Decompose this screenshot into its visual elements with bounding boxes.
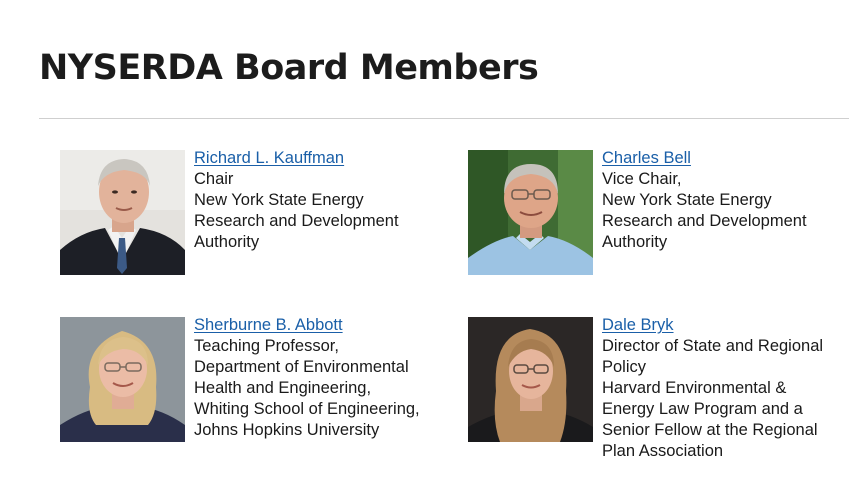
board-member-card: Sherburne B. Abbott Teaching Professor, … bbox=[60, 316, 440, 467]
member-title-line: Research and Development bbox=[194, 212, 399, 230]
member-name-link[interactable]: Richard L. Kauffman bbox=[194, 148, 444, 169]
member-title-line: Energy Law Program and a bbox=[602, 400, 803, 418]
member-photo bbox=[468, 317, 593, 442]
member-title-line: Chair bbox=[194, 170, 234, 188]
member-title-line: Authority bbox=[194, 233, 260, 251]
member-title-line: Senior Fellow at the Regional bbox=[602, 421, 818, 439]
member-title-line: Department of Environmental bbox=[194, 358, 409, 376]
member-name-link[interactable]: Charles Bell bbox=[602, 148, 849, 169]
member-title-line: Policy bbox=[602, 358, 647, 376]
member-title-line: Director of State and Regional bbox=[602, 337, 824, 355]
member-photo bbox=[60, 150, 185, 275]
member-title-line: Authority bbox=[602, 233, 668, 251]
member-title-line: New York State Energy bbox=[602, 191, 772, 209]
member-info: Dale Bryk Director of State and Regional… bbox=[602, 315, 849, 462]
member-title-line: Plan Association bbox=[602, 442, 724, 460]
member-title-line: Harvard Environmental & bbox=[602, 379, 787, 397]
board-member-card: Richard L. Kauffman Chair New York State… bbox=[60, 149, 440, 300]
page-title: NYSERDA Board Members bbox=[39, 48, 539, 88]
header-divider bbox=[39, 118, 849, 119]
member-title-line: Health and Engineering, bbox=[194, 379, 372, 397]
member-title-line: New York State Energy bbox=[194, 191, 364, 209]
member-info: Sherburne B. Abbott Teaching Professor, … bbox=[194, 315, 444, 441]
member-title-line: Whiting School of Engineering, bbox=[194, 400, 420, 418]
member-title-line: Vice Chair, bbox=[602, 170, 682, 188]
member-name-link[interactable]: Sherburne B. Abbott bbox=[194, 315, 444, 336]
board-member-card: Charles Bell Vice Chair, New York State … bbox=[468, 148, 849, 300]
member-title-line: Teaching Professor, bbox=[194, 337, 339, 355]
member-photo bbox=[60, 317, 185, 442]
member-info: Charles Bell Vice Chair, New York State … bbox=[602, 148, 849, 253]
member-name-link[interactable]: Dale Bryk bbox=[602, 315, 849, 336]
member-title-line: Research and Development bbox=[602, 212, 807, 230]
member-info: Richard L. Kauffman Chair New York State… bbox=[194, 148, 444, 253]
board-member-card: Dale Bryk Director of State and Regional… bbox=[468, 315, 849, 467]
member-title-line: Johns Hopkins University bbox=[194, 421, 380, 439]
member-photo bbox=[468, 150, 593, 275]
